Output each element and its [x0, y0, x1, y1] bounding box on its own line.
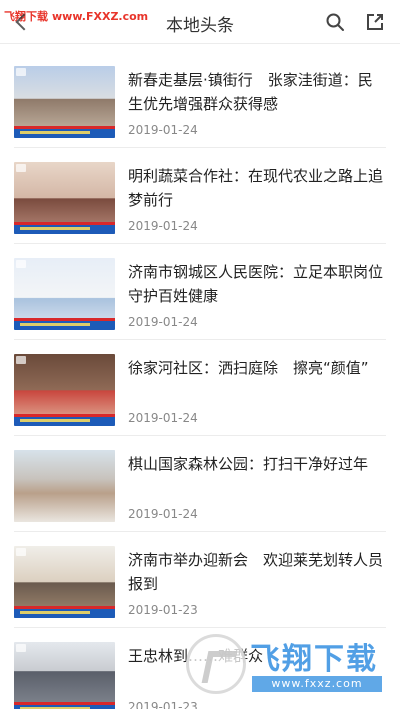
- news-item[interactable]: 新春走基层·镇街行 张家洼街道：民生优先增强群众获得感 2019-01-24: [14, 52, 386, 148]
- news-headline: 济南市举办迎新会 欢迎莱芜划转人员报到: [128, 551, 384, 593]
- news-headline: 棋山国家森林公园：打扫干净好过年: [128, 455, 369, 473]
- news-item[interactable]: 棋山国家森林公园：打扫干净好过年 2019-01-24: [14, 436, 386, 532]
- news-item[interactable]: 明利蔬菜合作社：在现代农业之路上追梦前行 2019-01-24: [14, 148, 386, 244]
- news-date: 2019-01-24: [128, 219, 198, 233]
- news-list: 新春走基层·镇街行 张家洼街道：民生优先增强群众获得感 2019-01-24 明…: [0, 52, 400, 709]
- news-headline: 徐家河社区：洒扫庭除 擦亮“颜值”: [128, 359, 369, 377]
- news-date: 2019-01-24: [128, 507, 198, 521]
- news-item[interactable]: 徐家河社区：洒扫庭除 擦亮“颜值” 2019-01-24: [14, 340, 386, 436]
- news-headline: 济南市钢城区人民医院：立足本职岗位 守护百姓健康: [128, 263, 399, 305]
- watermark-logo-icon: [186, 634, 246, 694]
- news-date: 2019-01-24: [128, 123, 198, 137]
- news-date: 2019-01-23: [128, 700, 198, 709]
- bottom-watermark: 飞翔下载 www.fxxz.com: [186, 632, 386, 696]
- news-headline: 新春走基层·镇街行 张家洼街道：民生优先增强群众获得感: [128, 71, 373, 113]
- app-header: 飞翔下载 www.FXXZ.com 本地头条: [0, 0, 400, 44]
- news-item[interactable]: 济南市钢城区人民医院：立足本职岗位 守护百姓健康 2019-01-24: [14, 244, 399, 340]
- bottom-watermark-url: www.fxxz.com: [252, 676, 382, 692]
- news-date: 2019-01-24: [128, 315, 198, 329]
- news-thumbnail: [14, 546, 115, 618]
- news-thumbnail: [14, 450, 115, 522]
- news-item[interactable]: 济南市举办迎新会 欢迎莱芜划转人员报到 2019-01-23: [14, 532, 386, 628]
- news-headline: 明利蔬菜合作社：在现代农业之路上追梦前行: [128, 167, 384, 209]
- news-thumbnail: [14, 354, 115, 426]
- news-date: 2019-01-24: [128, 411, 198, 425]
- news-thumbnail: [14, 642, 115, 709]
- news-thumbnail: [14, 162, 115, 234]
- search-icon[interactable]: [325, 12, 345, 32]
- news-thumbnail: [14, 258, 115, 330]
- news-date: 2019-01-23: [128, 603, 198, 617]
- news-thumbnail: [14, 66, 115, 138]
- share-icon[interactable]: [365, 12, 385, 32]
- bottom-watermark-name: 飞翔下载: [250, 642, 378, 677]
